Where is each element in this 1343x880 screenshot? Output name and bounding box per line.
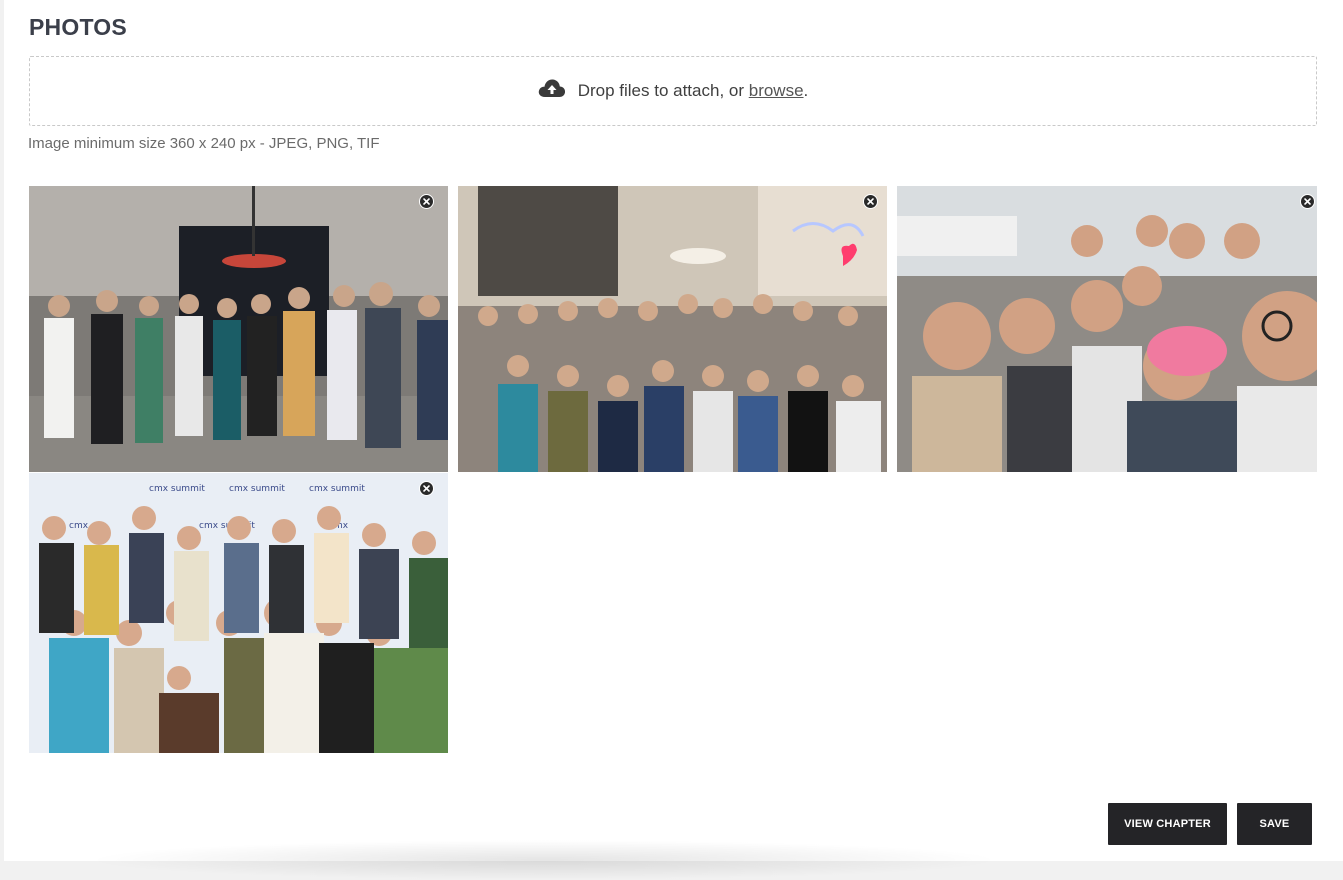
remove-photo-button[interactable] — [419, 194, 434, 209]
dropzone-suffix: . — [803, 81, 809, 100]
cloud-upload-icon — [538, 79, 565, 97]
section-title: PHOTOS — [29, 14, 127, 40]
footer-shadow — [84, 840, 1004, 880]
photo-thumbnail-2[interactable] — [458, 186, 887, 472]
photo-thumbnail-4[interactable]: cmx summit cmx summit cmx summit cmx cmx su… — [29, 473, 448, 753]
close-icon — [423, 485, 430, 492]
file-dropzone[interactable]: Drop files to attach, or browse. — [29, 56, 1317, 126]
svg-text:cmx summit: cmx summit — [309, 484, 365, 494]
group-photo-image — [29, 186, 448, 472]
browse-link[interactable]: browse — [749, 81, 804, 101]
view-chapter-button[interactable]: VIEW CHAPTER — [1108, 803, 1227, 845]
svg-text:cmx: cmx — [69, 521, 89, 531]
image-requirements-hint: Image minimum size 360 x 240 px - JPEG, … — [28, 135, 380, 152]
photo-thumbnail-3[interactable] — [897, 186, 1317, 472]
save-button[interactable]: SAVE — [1237, 803, 1312, 845]
dropzone-text: Drop files to attach, or — [577, 81, 749, 100]
svg-text:cmx summit: cmx summit — [149, 484, 205, 494]
remove-photo-button[interactable] — [419, 481, 434, 496]
group-photo-image: cmx summit cmx summit cmx summit cmx cmx su… — [29, 473, 448, 753]
group-photo-image — [897, 186, 1317, 472]
close-icon — [867, 198, 874, 205]
svg-text:cmx summit: cmx summit — [229, 484, 285, 494]
close-icon — [423, 198, 430, 205]
photo-thumbnail-1[interactable] — [29, 186, 448, 472]
remove-photo-button[interactable] — [863, 194, 878, 209]
remove-photo-button[interactable] — [1300, 194, 1315, 209]
close-icon — [1304, 198, 1311, 205]
photos-panel: PHOTOS Drop files to attach, or browse. … — [4, 0, 1343, 880]
group-photo-image — [458, 186, 887, 472]
